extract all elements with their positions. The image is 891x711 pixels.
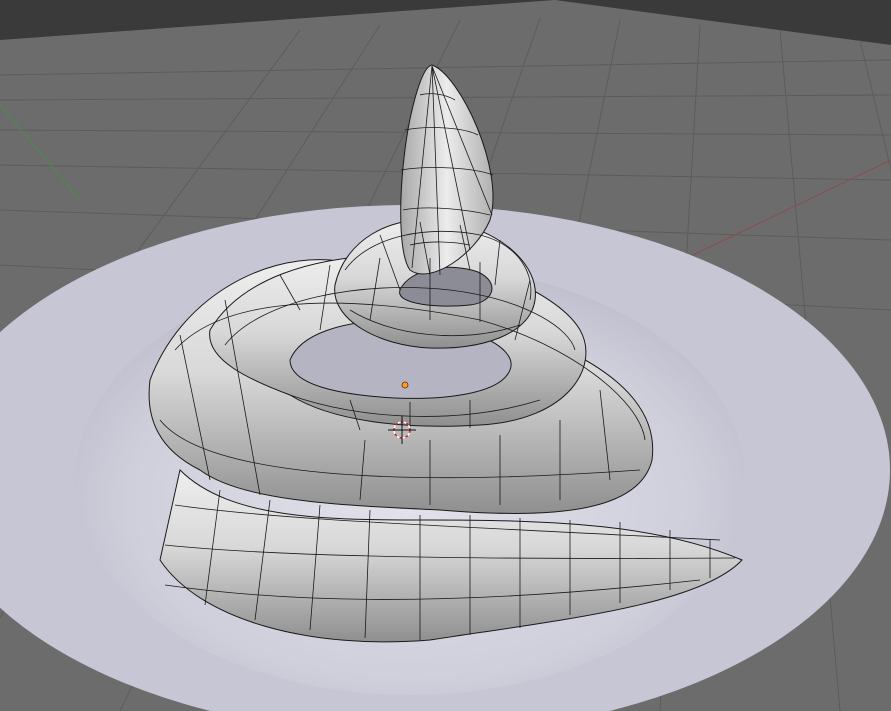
3d-viewport[interactable] (0, 0, 891, 711)
object-origin-dot[interactable] (401, 381, 409, 389)
viewport-canvas[interactable] (0, 0, 891, 711)
